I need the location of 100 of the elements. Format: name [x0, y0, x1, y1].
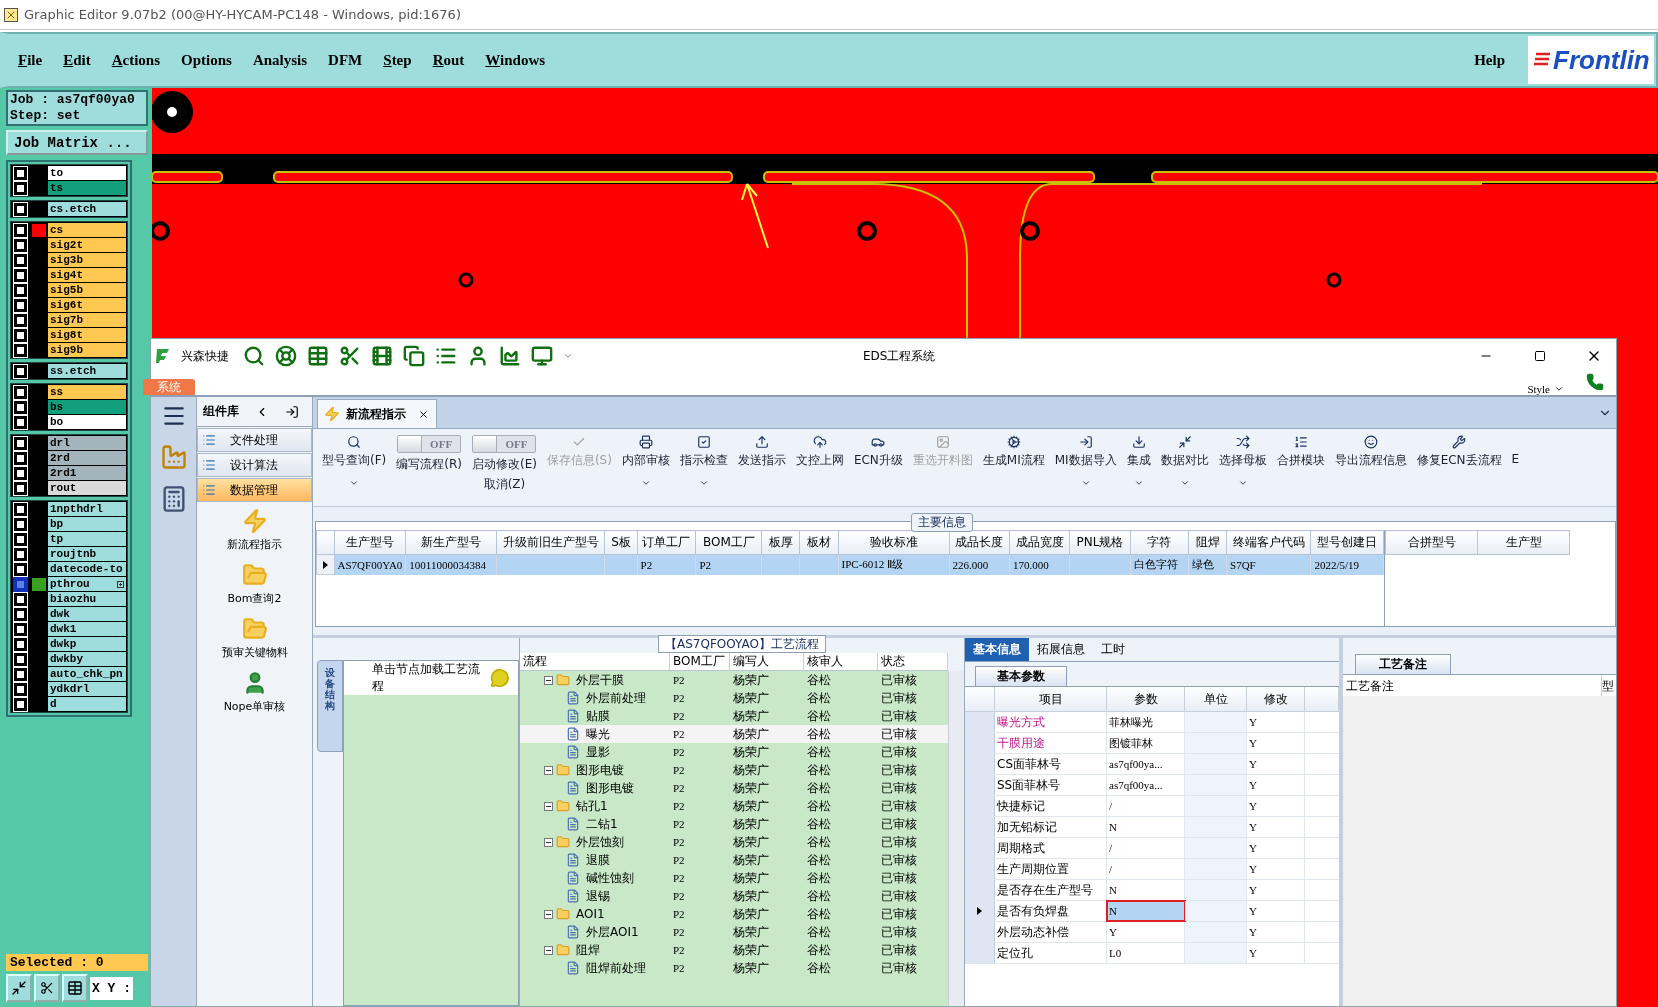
- layer-name[interactable]: pthrou: [48, 577, 126, 591]
- ribbon-button[interactable]: 生成MI流程: [977, 433, 1050, 471]
- collapse-icon[interactable]: [544, 801, 553, 811]
- collapse-icon[interactable]: [544, 945, 553, 955]
- film-icon[interactable]: [371, 345, 393, 367]
- collapse-icon[interactable]: [544, 765, 553, 775]
- info-tab[interactable]: 工时: [1093, 638, 1133, 661]
- notes-tab[interactable]: 工艺备注: [1355, 654, 1451, 674]
- person-icon[interactable]: [467, 345, 489, 367]
- column-header[interactable]: 合拼型号: [1385, 530, 1478, 555]
- tool-item[interactable]: Nope单审核: [197, 664, 312, 718]
- resize-tool-button[interactable]: [6, 974, 32, 1002]
- param-value[interactable]: /: [1107, 859, 1185, 879]
- column-header[interactable]: 订单工厂: [637, 530, 696, 555]
- param-value[interactable]: as7qf00ya...: [1107, 754, 1185, 774]
- layer-name[interactable]: 2rd1: [48, 466, 126, 480]
- toggle-button[interactable]: OFF 启动修改(E) 取消(Z): [466, 433, 542, 495]
- layer-name[interactable]: sig9b: [48, 343, 126, 357]
- layer-name[interactable]: sig8t: [48, 328, 126, 342]
- category-item[interactable]: 文件处理: [197, 428, 312, 452]
- job-matrix-button[interactable]: Job Matrix ...: [6, 130, 148, 155]
- layer-name[interactable]: drl: [48, 436, 126, 450]
- param-value[interactable]: 菲林曝光: [1107, 712, 1185, 732]
- param-value[interactable]: N: [1107, 901, 1185, 921]
- param-value[interactable]: N: [1107, 880, 1185, 900]
- category-item[interactable]: 数据管理: [197, 478, 312, 502]
- customize-icon[interactable]: [563, 351, 573, 361]
- ribbon-button[interactable]: 指示检查: [674, 433, 733, 490]
- column-header[interactable]: S板: [604, 530, 638, 555]
- menu-item[interactable]: DFM: [328, 51, 363, 69]
- close-icon[interactable]: [418, 408, 429, 420]
- ribbon-button[interactable]: 集成: [1121, 433, 1156, 490]
- tool-item[interactable]: 预审关键物料: [197, 610, 312, 664]
- category-item[interactable]: 设计算法: [197, 453, 312, 477]
- angle-tool-button[interactable]: [34, 974, 60, 1002]
- toggle-button[interactable]: OFF 编写流程(R): [391, 433, 467, 475]
- column-header[interactable]: 流程: [520, 653, 670, 670]
- grid-tool-button[interactable]: [62, 974, 88, 1002]
- menu-item[interactable]: File: [18, 51, 43, 69]
- tool-item[interactable]: 新流程指示: [197, 502, 312, 556]
- info-tab[interactable]: 基本信息: [965, 638, 1029, 661]
- ribbon-button[interactable]: E: [1506, 433, 1525, 468]
- column-header[interactable]: PNL规格: [1069, 530, 1131, 555]
- collapse-icon[interactable]: [544, 837, 553, 847]
- layer-name[interactable]: rout: [48, 481, 126, 495]
- column-header[interactable]: 成品长度: [949, 530, 1010, 555]
- menu-item[interactable]: Actions: [111, 51, 161, 69]
- column-header[interactable]: 字符: [1130, 530, 1189, 555]
- scrollbar[interactable]: [948, 671, 964, 1006]
- layer-name[interactable]: to: [48, 166, 126, 180]
- column-header[interactable]: 阻焊: [1188, 530, 1227, 555]
- tool-item[interactable]: Bom查询2: [197, 556, 312, 610]
- column-header[interactable]: 板材: [799, 530, 839, 555]
- column-header[interactable]: 参数: [1107, 687, 1185, 712]
- menu-item[interactable]: Edit: [63, 51, 91, 69]
- help-menu[interactable]: Help: [1474, 51, 1505, 69]
- param-value[interactable]: L0: [1107, 943, 1185, 963]
- layer-name[interactable]: sig5b: [48, 283, 126, 297]
- column-header[interactable]: 项目: [995, 687, 1107, 712]
- ribbon-button[interactable]: 文控上网: [790, 433, 849, 471]
- ribbon-button[interactable]: ECN升级: [848, 433, 908, 471]
- document-tab[interactable]: 新流程指示: [317, 399, 437, 428]
- column-header[interactable]: 升级前旧生产型号: [496, 530, 605, 555]
- layer-name[interactable]: datecode-to: [48, 562, 126, 576]
- list-icon[interactable]: [435, 345, 457, 367]
- layer-name[interactable]: cs.etch: [48, 202, 126, 216]
- monitor-icon[interactable]: [531, 345, 553, 367]
- scissors-icon[interactable]: [339, 345, 361, 367]
- column-header[interactable]: 核审人: [804, 653, 878, 670]
- ribbon-button[interactable]: 发送指示: [732, 433, 791, 471]
- layer-name[interactable]: sig4t: [48, 268, 126, 282]
- column-header[interactable]: 生产型号: [334, 530, 406, 555]
- layer-name[interactable]: dwkby: [48, 652, 126, 666]
- column-header[interactable]: 生产型: [1477, 530, 1570, 555]
- column-header[interactable]: 终端客户代码: [1226, 530, 1311, 555]
- column-header[interactable]: 修改: [1247, 687, 1305, 712]
- menu-item[interactable]: Step: [383, 51, 412, 69]
- layer-name[interactable]: 1npthdrl: [48, 502, 126, 516]
- layer-name[interactable]: sig7b: [48, 313, 126, 327]
- column-header[interactable]: 编写人: [730, 653, 804, 670]
- column-header[interactable]: 型号创建日: [1310, 530, 1384, 555]
- layer-name[interactable]: sig3b: [48, 253, 126, 267]
- layer-name[interactable]: roujtnb: [48, 547, 126, 561]
- layer-name[interactable]: ydkdrl: [48, 682, 126, 696]
- param-value[interactable]: N: [1107, 817, 1185, 837]
- column-header[interactable]: 单位: [1185, 687, 1247, 712]
- layer-name[interactable]: sig2t: [48, 238, 126, 252]
- toggle-switch[interactable]: OFF: [472, 435, 537, 453]
- param-value[interactable]: as7qf00ya...: [1107, 775, 1185, 795]
- info-tab[interactable]: 拓展信息: [1029, 638, 1093, 661]
- layer-name[interactable]: d: [48, 697, 126, 711]
- layer-name[interactable]: tp: [48, 532, 126, 546]
- table-row[interactable]: AS7QF00YA0 10011000034384 P2 P2 IPC-6012 Ⅱ级 226.000 170.000 白色字符 绿色 S7QF 2022/5/19: [316, 554, 1384, 575]
- layer-name[interactable]: auto_chk_pn: [48, 667, 126, 681]
- layer-name[interactable]: ts: [48, 181, 126, 195]
- layer-name[interactable]: dwkp: [48, 637, 126, 651]
- menu-item[interactable]: Options: [181, 51, 232, 69]
- layer-name[interactable]: sig6t: [48, 298, 126, 312]
- ribbon-button[interactable]: 修复ECN丢流程: [1411, 433, 1507, 471]
- layer-name[interactable]: ss: [48, 385, 126, 399]
